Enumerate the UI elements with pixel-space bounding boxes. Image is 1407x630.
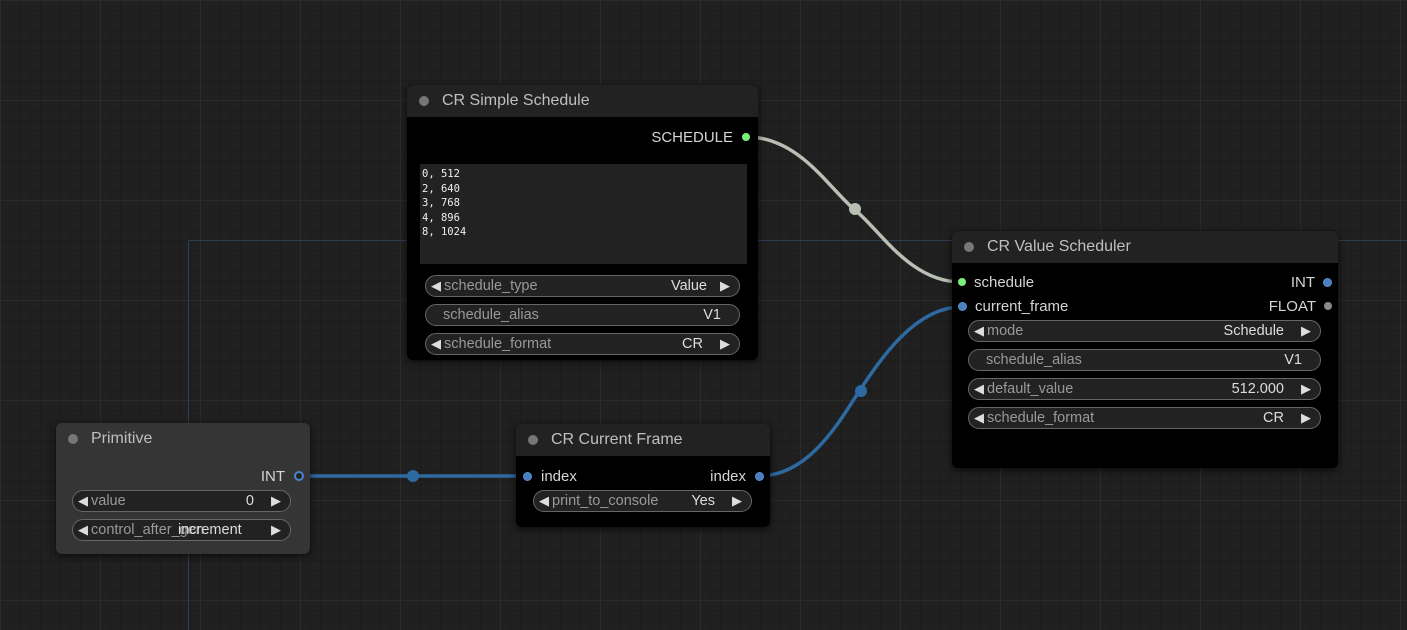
input-current-frame[interactable]: current_frame xyxy=(958,296,1068,316)
schedule-textarea[interactable]: 0, 512 2, 640 3, 768 4, 896 8, 1024 xyxy=(420,164,747,264)
triangle-left-icon[interactable]: ◀ xyxy=(971,410,987,426)
schedule-alias-field[interactable]: schedule_alias V1 xyxy=(968,349,1321,371)
current-frame-link[interactable] xyxy=(758,305,962,478)
control-after-generate-combo[interactable]: ◀ control_after_generate increment ▶ xyxy=(72,519,291,541)
collapse-dot-icon[interactable] xyxy=(964,242,974,252)
node-title: CR Value Scheduler xyxy=(987,238,1131,255)
schedule-format-combo[interactable]: ◀ schedule_format CR ▶ xyxy=(425,333,740,355)
cr-simple-schedule-node[interactable]: CR Simple Schedule SCHEDULE 0, 512 2, 64… xyxy=(407,85,758,360)
graph-canvas[interactable]: CR Simple Schedule SCHEDULE 0, 512 2, 64… xyxy=(0,0,1407,630)
input-dot-icon[interactable] xyxy=(958,301,967,311)
primitive-node[interactable]: Primitive INT ◀ value 0 ▶ ◀ control_afte… xyxy=(56,423,310,554)
output-dot-icon[interactable] xyxy=(1324,302,1332,310)
node-title-bar[interactable]: Primitive xyxy=(56,423,310,455)
default-value-number[interactable]: ◀ default_value 512.000 ▶ xyxy=(968,378,1321,400)
input-dot-icon[interactable] xyxy=(523,471,532,481)
triangle-left-icon[interactable]: ◀ xyxy=(536,493,552,509)
node-title: CR Simple Schedule xyxy=(442,92,590,109)
node-title-bar[interactable]: CR Value Scheduler xyxy=(952,231,1338,263)
schedule-link[interactable] xyxy=(746,135,962,284)
output-int[interactable]: INT xyxy=(261,466,304,486)
value-number[interactable]: ◀ value 0 ▶ xyxy=(72,490,291,512)
output-dot-icon[interactable] xyxy=(742,133,750,141)
triangle-right-icon[interactable]: ▶ xyxy=(1298,381,1314,397)
node-title-bar[interactable]: CR Simple Schedule xyxy=(407,85,758,117)
input-dot-icon[interactable] xyxy=(958,278,966,286)
mode-combo[interactable]: ◀ mode Schedule ▶ xyxy=(968,320,1321,342)
collapse-dot-icon[interactable] xyxy=(68,434,78,444)
triangle-right-icon[interactable]: ▶ xyxy=(1298,323,1314,339)
collapse-dot-icon[interactable] xyxy=(528,435,538,445)
triangle-right-icon[interactable]: ▶ xyxy=(1298,410,1314,426)
triangle-left-icon[interactable]: ◀ xyxy=(75,493,91,509)
output-label: SCHEDULE xyxy=(651,128,733,146)
print-to-console-combo[interactable]: ◀ print_to_console Yes ▶ xyxy=(533,490,752,512)
input-index[interactable]: index xyxy=(523,466,577,486)
current-frame-link-midpoint[interactable] xyxy=(855,385,867,397)
triangle-left-icon[interactable]: ◀ xyxy=(971,381,987,397)
output-dot-icon[interactable] xyxy=(1323,277,1332,287)
schedule-format-combo[interactable]: ◀ schedule_format CR ▶ xyxy=(968,407,1321,429)
triangle-left-icon[interactable]: ◀ xyxy=(75,522,91,538)
triangle-right-icon[interactable]: ▶ xyxy=(717,336,733,352)
triangle-right-icon[interactable]: ▶ xyxy=(268,522,284,538)
output-schedule[interactable]: SCHEDULE xyxy=(651,127,750,147)
output-dot-icon[interactable] xyxy=(294,471,304,481)
cr-value-scheduler-node[interactable]: CR Value Scheduler schedule current_fram… xyxy=(952,231,1338,468)
collapse-dot-icon[interactable] xyxy=(419,96,429,106)
triangle-right-icon[interactable]: ▶ xyxy=(729,493,745,509)
triangle-left-icon[interactable]: ◀ xyxy=(971,323,987,339)
primitive-int-link-midpoint[interactable] xyxy=(407,470,419,482)
triangle-left-icon[interactable]: ◀ xyxy=(428,336,444,352)
triangle-right-icon[interactable]: ▶ xyxy=(717,278,733,294)
schedule-link-midpoint[interactable] xyxy=(849,203,861,215)
output-float[interactable]: FLOAT xyxy=(1269,296,1332,316)
node-title-bar[interactable]: CR Current Frame xyxy=(516,424,770,456)
output-index[interactable]: index xyxy=(710,466,764,486)
node-title: CR Current Frame xyxy=(551,431,683,448)
node-title: Primitive xyxy=(91,430,153,447)
triangle-right-icon[interactable]: ▶ xyxy=(268,493,284,509)
schedule-alias-field[interactable]: schedule_alias V1 xyxy=(425,304,740,326)
triangle-left-icon[interactable]: ◀ xyxy=(428,278,444,294)
schedule-type-combo[interactable]: ◀ schedule_type Value ▶ xyxy=(425,275,740,297)
output-dot-icon[interactable] xyxy=(755,471,764,481)
cr-current-frame-node[interactable]: CR Current Frame index index ◀ print_to_… xyxy=(516,424,770,527)
input-schedule[interactable]: schedule xyxy=(958,272,1034,292)
output-int[interactable]: INT xyxy=(1291,272,1332,292)
